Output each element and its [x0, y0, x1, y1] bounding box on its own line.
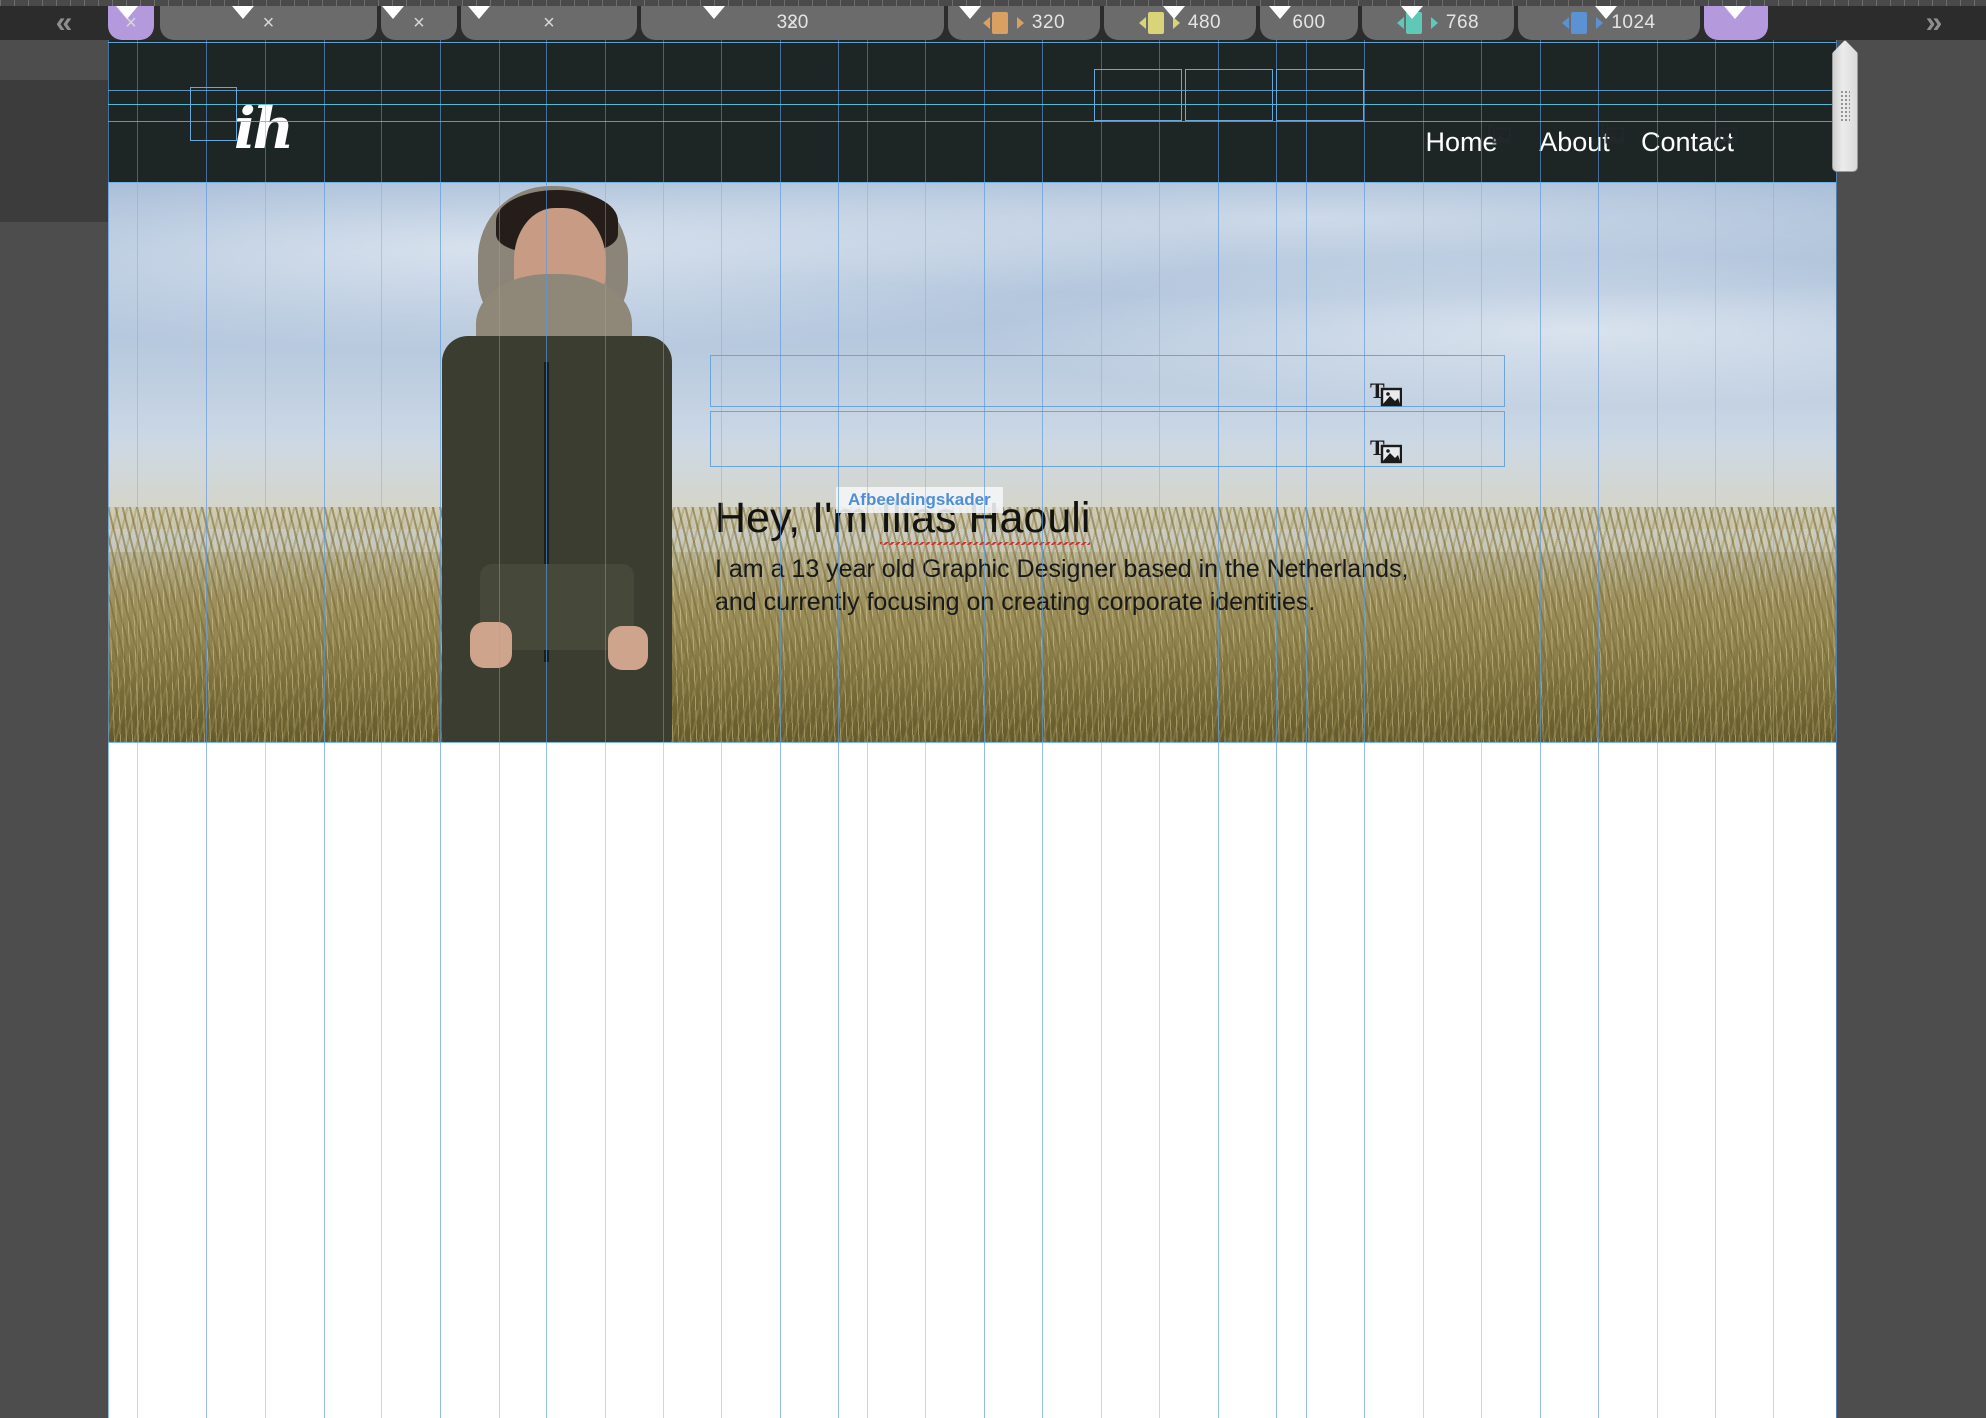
breakpoint-chip-bp-2[interactable]: ×: [160, 6, 377, 40]
text-image-frame-icon: T: [1596, 120, 1624, 144]
breakpoint-chip-bp-768[interactable]: 768: [1362, 6, 1514, 40]
nav-item-contact[interactable]: Contact T: [1631, 116, 1744, 168]
text-image-frame-icon: T: [1709, 120, 1737, 144]
guide-line-hero-bottom: [108, 742, 1836, 743]
scroll-grip-dots-icon: [1840, 90, 1850, 122]
breakpoint-marker-triangle-icon[interactable]: [1269, 6, 1291, 19]
breakpoint-color-swatch: [1571, 12, 1588, 34]
breakpoint-marker-triangle-icon[interactable]: [1401, 6, 1423, 19]
nav-item-home[interactable]: Home T: [1405, 116, 1518, 168]
breakpoint-marker-triangle-icon[interactable]: [468, 6, 490, 19]
breakpoint-marker-triangle-icon[interactable]: [1724, 6, 1746, 19]
hero-paragraph-line-1: I am a 13 year old Graphic Designer base…: [715, 555, 1409, 583]
breakpoint-marker-triangle-icon[interactable]: [232, 6, 254, 19]
guide-line-header-bottom: [108, 121, 1836, 122]
image-frame-tooltip: Afbeeldingskader: [836, 487, 1003, 513]
breakpoint-marker-triangle-icon[interactable]: [116, 6, 138, 19]
breakpoint-marker-triangle-icon[interactable]: [1163, 6, 1185, 19]
breakpoint-width-label: 600: [1292, 12, 1326, 33]
close-icon[interactable]: ×: [543, 12, 555, 35]
breakpoint-width-label: 1024: [1611, 12, 1656, 33]
close-icon[interactable]: ×: [263, 12, 275, 35]
arrow-right-icon: [1016, 17, 1024, 29]
text-image-frame-icon: T: [1370, 379, 1402, 407]
hero-paragraph[interactable]: I am a 13 year old Graphic Designer base…: [715, 553, 1505, 619]
collapse-left-chevron-icon[interactable]: «: [40, 6, 88, 40]
guide-line-page-top: [108, 42, 1836, 43]
web-page-preview: ih Home T About T Contact T Hey, I'm Ilias: [108, 40, 1836, 1418]
breakpoint-color-swatch: [1147, 12, 1164, 34]
breakpoint-width-label: 320: [1031, 12, 1066, 33]
close-icon[interactable]: ×: [413, 12, 425, 35]
arrow-left-icon: [1562, 17, 1570, 29]
breakpoint-marker-triangle-icon[interactable]: [382, 6, 404, 19]
ruler-width-label-320: 320: [776, 12, 809, 33]
arrow-left-icon: [1138, 17, 1146, 29]
arrow-left-icon: [982, 17, 990, 29]
breakpoint-marker-triangle-icon[interactable]: [703, 6, 725, 19]
canvas-header-gutter: [0, 80, 108, 222]
breakpoint-width-label: 768: [1445, 12, 1480, 33]
text-image-frame-icon: T: [1483, 120, 1511, 144]
ih-monogram-logo[interactable]: ih: [234, 98, 294, 166]
breakpoint-color-swatch: [991, 12, 1008, 34]
canvas-left-gutter: [0, 80, 108, 1418]
hero-image-frame[interactable]: Hey, I'm Ilias Haouli I am a 13 year old…: [108, 182, 1836, 742]
site-navigation: Home T About T Contact T: [1405, 116, 1744, 168]
canvas-right-gutter: [1836, 80, 1986, 1418]
breakpoint-track[interactable]: × × × × × 320 480 600 768 1024 320: [0, 6, 1986, 40]
guide-line-header-edge: [108, 182, 1836, 183]
breakpoint-marker-triangle-icon[interactable]: [959, 6, 981, 19]
text-image-frame-icon: T: [1370, 436, 1402, 464]
hero-paragraph-line-2: and currently focusing on creating corpo…: [715, 588, 1316, 616]
site-header: ih Home T About T Contact T: [108, 40, 1836, 182]
arrow-right-icon: [1430, 17, 1438, 29]
editor-window: × × × × × 320 480 600 768 1024 320 « » ih Home T Abo…: [0, 0, 1986, 1418]
nav-item-about[interactable]: About T: [1518, 116, 1631, 168]
guide-line-header-top: [108, 90, 1836, 91]
person-photo-subject: [426, 186, 680, 742]
breakpoint-marker-triangle-icon[interactable]: [1595, 6, 1617, 19]
vertical-scroll-handle[interactable]: [1832, 40, 1858, 172]
breakpoint-width-label: 480: [1187, 12, 1222, 33]
breakpoint-toolbar: × × × × × 320 480 600 768 1024 320 « »: [0, 0, 1986, 40]
collapse-right-chevron-icon[interactable]: »: [1910, 6, 1958, 40]
guide-line-header-baseline: [108, 104, 1836, 105]
hero-heading[interactable]: Hey, I'm Ilias Haouli: [715, 494, 1505, 545]
